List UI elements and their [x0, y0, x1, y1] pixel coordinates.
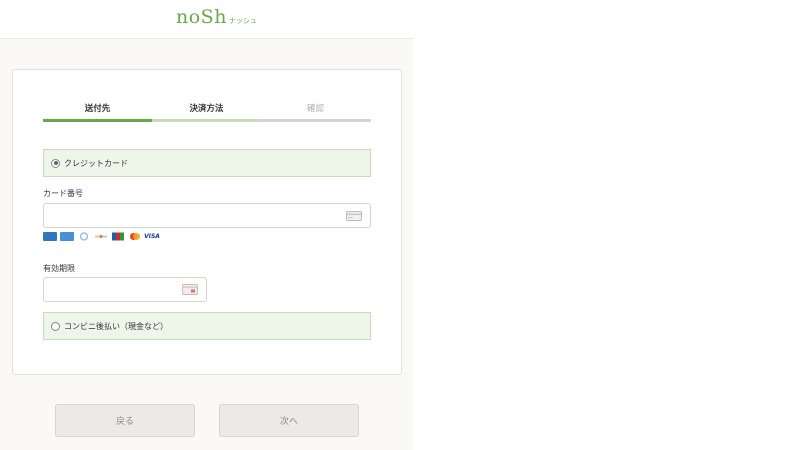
card-brand-mastercard-icon [128, 232, 142, 241]
credit-card-radio[interactable] [51, 158, 60, 168]
back-button[interactable]: 戻る [55, 404, 195, 437]
step-payment-method: 決済方法 [189, 104, 224, 114]
card-brand-amex-alt-icon [60, 232, 74, 241]
step-progress-current [152, 119, 261, 122]
step-shipping: 送付先 [84, 104, 111, 114]
step-progress-pending [261, 119, 371, 122]
card-brand-discover-icon [94, 232, 108, 241]
card-brand-list: VISA [43, 232, 160, 241]
payment-card: 送付先 決済方法 確認 クレジットカード カード番号 VISA 有効期限 コンビ… [12, 69, 402, 375]
credit-card-option[interactable]: クレジットカード [43, 149, 371, 177]
convenience-store-label: コンビニ後払い（現金など） [64, 321, 168, 331]
brand-logo[interactable]: noSh ナッシュ [176, 6, 257, 28]
expiry-label: 有効期限 [43, 264, 75, 273]
convenience-store-radio[interactable] [51, 321, 60, 331]
credit-card-icon [346, 211, 362, 224]
header: noSh ナッシュ [0, 0, 413, 39]
step-progress-done [43, 119, 152, 122]
step-confirm: 確認 [306, 104, 324, 114]
card-brand-visa-icon: VISA [144, 233, 160, 240]
next-button[interactable]: 次へ [219, 404, 359, 437]
checkout-page: noSh ナッシュ 送付先 決済方法 確認 クレジットカード カード番号 VIS… [0, 0, 413, 450]
card-brand-jcb-icon [111, 232, 125, 241]
calendar-card-icon [182, 284, 198, 298]
convenience-store-option[interactable]: コンビニ後払い（現金など） [43, 312, 371, 340]
card-number-input[interactable] [43, 203, 371, 228]
card-number-label: カード番号 [43, 189, 83, 198]
logo-text: noSh [176, 6, 227, 28]
credit-card-label: クレジットカード [64, 158, 128, 168]
logo-subtext: ナッシュ [228, 17, 257, 25]
expiry-input[interactable] [43, 277, 207, 302]
card-brand-diners-icon [77, 232, 91, 241]
card-brand-amex-icon [43, 232, 57, 241]
